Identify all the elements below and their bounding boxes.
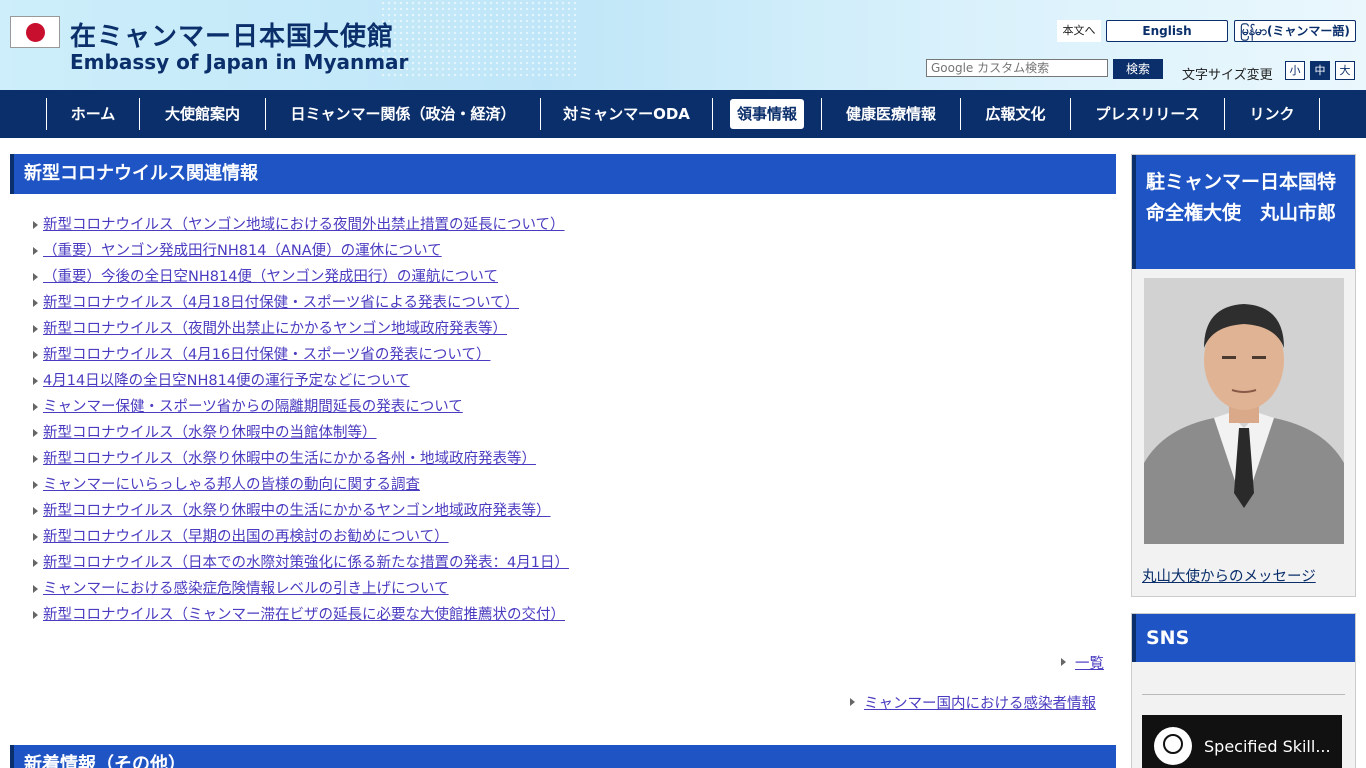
nav-medical-info[interactable]: 健康医療情報 [822, 98, 960, 130]
list-item[interactable]: （重要）ヤンゴン発成田行NH814（ANA便）の運休について [30, 238, 1110, 264]
nav-home[interactable]: ホーム [47, 98, 139, 130]
search-button[interactable]: 検索 [1113, 59, 1163, 79]
infection-info-link-text[interactable]: ミャンマー国内における感染者情報 [864, 696, 1096, 712]
font-size-medium-button[interactable]: 中 [1310, 61, 1330, 80]
nav-divider [1319, 98, 1320, 130]
corona-section-heading: 新型コロナウイルス関連情報 [10, 154, 1116, 194]
list-all-link[interactable]: 一覧 [1059, 652, 1104, 673]
list-item[interactable]: 新型コロナウイルス（早期の出国の再検討のお勧めについて） [30, 524, 1110, 550]
ambassador-message-link[interactable]: 丸山大使からのメッセージ [1142, 565, 1316, 586]
list-item[interactable]: ミャンマーにいらっしゃる邦人の皆様の動向に関する調査 [30, 472, 1110, 498]
font-size-small-button[interactable]: 小 [1285, 61, 1305, 80]
list-item[interactable]: ミャンマーにおける感染症危険情報レベルの引き上げについて [30, 576, 1110, 602]
list-item[interactable]: （重要）今後の全日空NH814便（ヤンゴン発成田行）の運航について [30, 264, 1110, 290]
news-link[interactable]: ミャンマーにいらっしゃる邦人の皆様の動向に関する調査 [43, 477, 420, 493]
nav-press-release[interactable]: プレスリリース [1071, 98, 1224, 130]
infection-info-link[interactable]: ミャンマー国内における感染者情報 [848, 692, 1096, 713]
list-item[interactable]: 4月14日以降の全日空NH814便の運行予定などについて [30, 368, 1110, 394]
font-size-label: 文字サイズ変更 [1182, 68, 1273, 83]
divider [1142, 694, 1345, 695]
news-link[interactable]: （重要）ヤンゴン発成田行NH814（ANA便）の運休について [43, 243, 442, 259]
list-item[interactable]: 新型コロナウイルス（水祭り休暇中の当館体制等） [30, 420, 1110, 446]
news-link[interactable]: 新型コロナウイルス（夜間外出禁止にかかるヤンゴン地域政府発表等） [43, 321, 507, 337]
english-language-button[interactable]: English [1106, 20, 1228, 42]
list-item[interactable]: 新型コロナウイルス（夜間外出禁止にかかるヤンゴン地域政府発表等） [30, 316, 1110, 342]
search-input[interactable] [926, 59, 1108, 77]
list-item[interactable]: 新型コロナウイルス（ヤンゴン地域における夜間外出禁止措置の延長について） [30, 212, 1110, 238]
nav-culture[interactable]: 広報文化 [961, 98, 1070, 130]
mofa-logo-icon [1154, 727, 1192, 765]
news-link[interactable]: 新型コロナウイルス（早期の出国の再検討のお勧めについて） [43, 529, 449, 545]
news-link[interactable]: ミャンマーにおける感染症危険情報レベルの引き上げについて [43, 581, 449, 597]
news-link[interactable]: 新型コロナウイルス（ミャンマー滞在ビザの延長に必要な大使館推薦状の交付） [43, 607, 565, 623]
news-link[interactable]: 新型コロナウイルス（4月18日付保健・スポーツ省による発表について） [43, 295, 519, 311]
sns-heading: SNS [1132, 614, 1355, 662]
nav-oda[interactable]: 対ミャンマーODA [541, 98, 712, 130]
site-header: 在ミャンマー日本国大使館 Embassy of Japan in Myanmar… [0, 0, 1366, 90]
nav-embassy-info[interactable]: 大使館案内 [140, 98, 265, 130]
sns-box: SNS Specified Skill... [1131, 613, 1356, 768]
news-link[interactable]: ミャンマー保健・スポーツ省からの隔離期間延長の発表について [43, 399, 463, 415]
skip-to-content-link[interactable]: 本文へ [1057, 20, 1101, 42]
world-map-decoration [380, 0, 580, 80]
news-link[interactable]: 新型コロナウイルス（水祭り休暇中の生活にかかる各州・地域政府発表等） [43, 451, 536, 467]
global-nav: ホーム 大使館案内 日ミャンマー関係（政治・経済） 対ミャンマーODA 領事情報… [0, 90, 1366, 138]
site-title-ja[interactable]: 在ミャンマー日本国大使館 [70, 16, 394, 53]
site-title-en[interactable]: Embassy of Japan in Myanmar [70, 50, 408, 74]
ambassador-box: 駐ミャンマー日本国特命全権大使 丸山市郎 丸山大使からのメッセージ [1131, 154, 1356, 597]
list-item[interactable]: 新型コロナウイルス（水祭り休暇中の生活にかかるヤンゴン地域政府発表等） [30, 498, 1110, 524]
news-link[interactable]: 新型コロナウイルス（水祭り休暇中の生活にかかるヤンゴン地域政府発表等） [43, 503, 551, 519]
list-all-link-text[interactable]: 一覧 [1075, 656, 1104, 672]
ambassador-photo [1144, 278, 1344, 544]
youtube-video-embed[interactable]: Specified Skill... [1142, 715, 1342, 768]
list-item[interactable]: 新型コロナウイルス（日本での水際対策強化に係る新たな措置の発表：4月1日） [30, 550, 1110, 576]
nav-consular-info[interactable]: 領事情報 [730, 99, 804, 129]
list-item[interactable]: 新型コロナウイルス（水祭り休暇中の生活にかかる各州・地域政府発表等） [30, 446, 1110, 472]
news-link[interactable]: （重要）今後の全日空NH814便（ヤンゴン発成田行）の運航について [43, 269, 498, 285]
nav-relations[interactable]: 日ミャンマー関係（政治・経済） [266, 98, 540, 130]
video-title[interactable]: Specified Skill... [1204, 737, 1331, 756]
list-item[interactable]: ミャンマー保健・スポーツ省からの隔離期間延長の発表について [30, 394, 1110, 420]
list-item[interactable]: 新型コロナウイルス（4月16日付保健・スポーツ省の発表について） [30, 342, 1110, 368]
news-link[interactable]: 新型コロナウイルス（水祭り休暇中の当館体制等） [43, 425, 377, 441]
list-item[interactable]: 新型コロナウイルス（4月18日付保健・スポーツ省による発表について） [30, 290, 1110, 316]
news-link[interactable]: 新型コロナウイルス（4月16日付保健・スポーツ省の発表について） [43, 347, 490, 363]
list-item[interactable]: 新型コロナウイルス（ミャンマー滞在ビザの延長に必要な大使館推薦状の交付） [30, 602, 1110, 628]
corona-news-list: 新型コロナウイルス（ヤンゴン地域における夜間外出禁止措置の延長について） （重要… [30, 212, 1110, 628]
news-link[interactable]: 4月14日以降の全日空NH814便の運行予定などについて [43, 373, 410, 389]
news-link[interactable]: 新型コロナウイルス（日本での水際対策強化に係る新たな措置の発表：4月1日） [43, 555, 569, 571]
news-other-heading: 新着情報（その他） [10, 745, 1116, 768]
japan-flag-icon [10, 16, 60, 48]
ambassador-title: 駐ミャンマー日本国特命全権大使 丸山市郎 [1132, 155, 1355, 269]
nav-links[interactable]: リンク [1225, 98, 1319, 130]
nav-divider [712, 98, 713, 130]
font-size-large-button[interactable]: 大 [1335, 61, 1355, 80]
ambassador-portrait-image [1144, 278, 1344, 544]
ambassador-message-text[interactable]: 丸山大使からのメッセージ [1142, 569, 1316, 585]
myanmar-language-button[interactable]: မြန်မာ(ミャンマー語) [1234, 20, 1356, 42]
news-link[interactable]: 新型コロナウイルス（ヤンゴン地域における夜間外出禁止措置の延長について） [43, 217, 565, 233]
